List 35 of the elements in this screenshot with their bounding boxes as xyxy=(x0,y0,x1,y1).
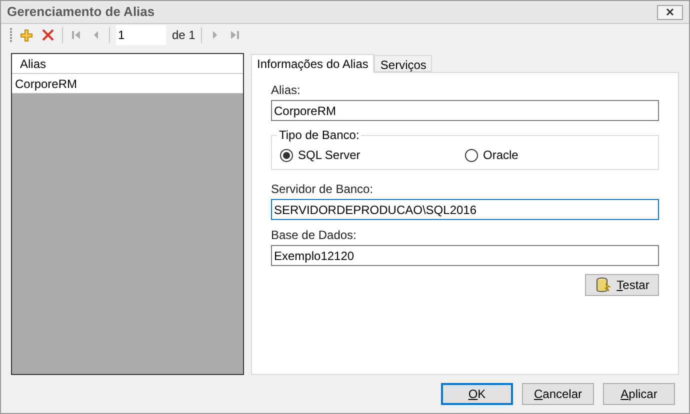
group-legend: Tipo de Banco: xyxy=(277,128,362,143)
radio-option[interactable]: SQL Server xyxy=(280,146,465,164)
text-field[interactable]: SERVIDORDEPRODUCAO\SQL2016 xyxy=(271,199,659,220)
previous-icon xyxy=(93,30,99,40)
text-field[interactable]: Exemplo12120 xyxy=(271,245,659,266)
close-icon xyxy=(666,8,674,16)
tab[interactable]: Serviços xyxy=(374,55,432,72)
page-field[interactable]: 1 xyxy=(116,25,166,45)
window-title: Gerenciamento de Alias xyxy=(7,3,155,22)
radio-label: SQL Server xyxy=(298,147,360,164)
list-header: Alias xyxy=(12,54,243,74)
plus-icon xyxy=(20,28,32,42)
radio-option[interactable]: Oracle xyxy=(465,146,650,164)
dialog-button[interactable]: Cancelar xyxy=(522,383,594,405)
first-icon xyxy=(71,30,81,40)
radio-label: Oracle xyxy=(483,147,518,164)
text-field[interactable]: CorporeRM xyxy=(271,100,659,121)
radio-button[interactable] xyxy=(280,148,293,162)
close-button[interactable] xyxy=(657,4,683,20)
field-label: Alias: xyxy=(271,83,302,98)
field-label: Base de Dados: xyxy=(271,228,358,243)
list-row[interactable]: CorporeRM xyxy=(12,74,243,94)
add-button[interactable] xyxy=(18,27,34,43)
delete-button[interactable] xyxy=(40,27,56,43)
field-label: Servidor de Banco: xyxy=(271,182,374,197)
delete-icon xyxy=(42,29,54,41)
dialog-button[interactable]: Aplicar xyxy=(603,383,675,405)
dialog-button[interactable]: OK xyxy=(441,383,513,405)
tab[interactable]: Informações do Alias xyxy=(251,54,374,73)
last-icon xyxy=(230,30,240,40)
database-icon xyxy=(594,277,611,293)
radio-button[interactable] xyxy=(465,148,478,162)
page-total: de 1 xyxy=(172,27,196,44)
test-button[interactable]: Testar xyxy=(585,274,659,296)
next-icon xyxy=(212,30,218,40)
